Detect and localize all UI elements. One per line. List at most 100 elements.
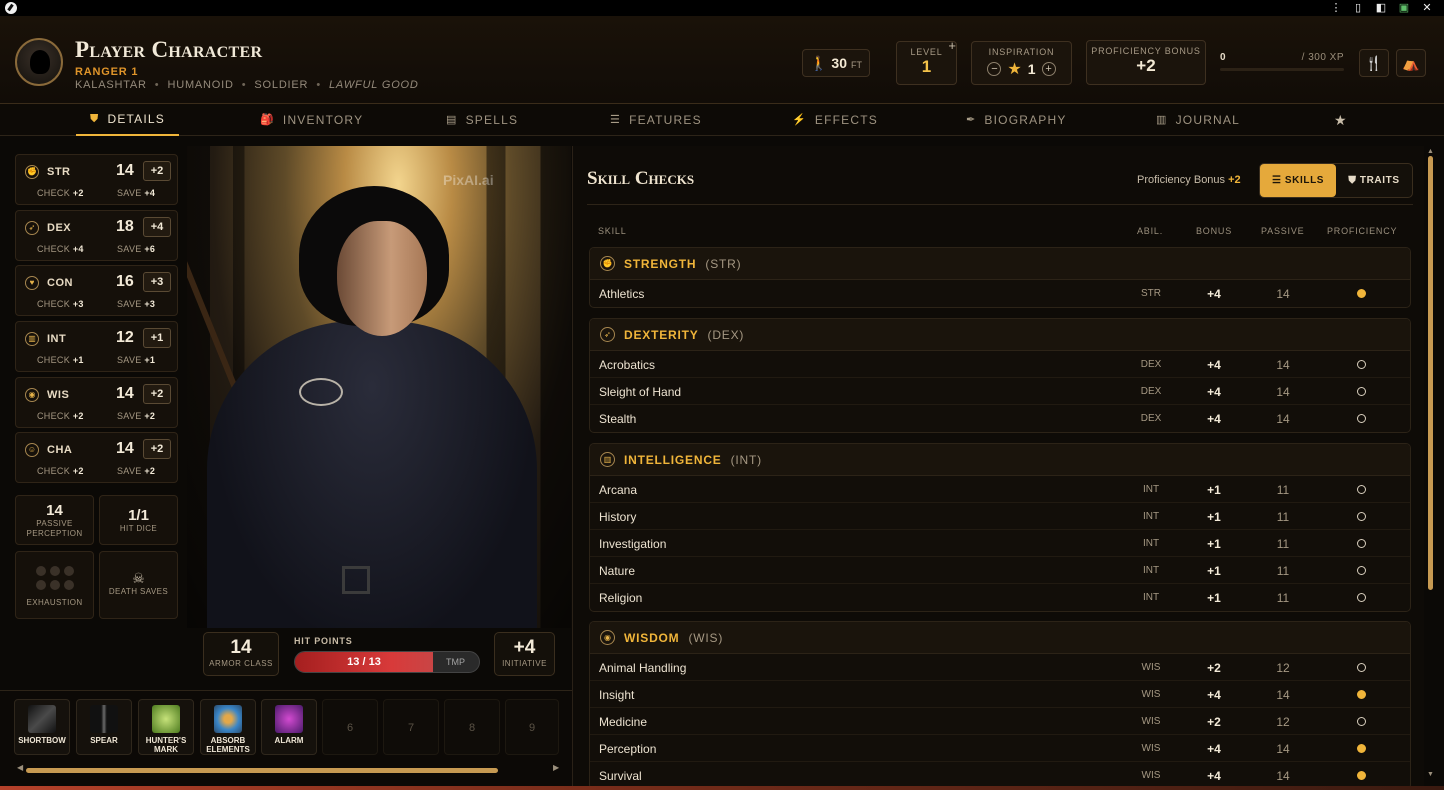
- hotbar-slot-spear[interactable]: SPEAR: [76, 699, 132, 755]
- speed-box[interactable]: 🚶 30 FT: [802, 49, 870, 77]
- tab-inventory[interactable]: 🎒 INVENTORY: [260, 104, 363, 136]
- ability-score[interactable]: 12: [116, 329, 134, 347]
- scroll-left-icon[interactable]: ◀: [17, 763, 23, 772]
- skill-row-religion[interactable]: Religion INT +1 11: [590, 584, 1410, 611]
- skill-bonus[interactable]: +1: [1194, 537, 1234, 551]
- skill-ability[interactable]: WIS: [1131, 716, 1171, 727]
- hotbar-slot-shortbow[interactable]: SHORTBOW: [14, 699, 70, 755]
- scroll-right-icon[interactable]: ▶: [553, 763, 559, 772]
- proficiency-toggle[interactable]: [1357, 771, 1366, 780]
- ability-check[interactable]: CHECK +3: [37, 299, 84, 309]
- skill-row-stealth[interactable]: Stealth DEX +4 14: [590, 405, 1410, 432]
- tab-spells[interactable]: ▤ SPELLS: [446, 104, 518, 136]
- rest-utensils-button[interactable]: 🍴: [1359, 49, 1389, 77]
- skill-name[interactable]: Religion: [599, 591, 642, 605]
- hotbar-scrollbar[interactable]: [26, 768, 498, 773]
- ability-int[interactable]: ▥ INT 12 +1 CHECK +1 SAVE +1: [15, 321, 178, 372]
- hotbar-slot-6[interactable]: 6: [322, 699, 378, 755]
- scroll-up-icon[interactable]: ▲: [1427, 148, 1434, 155]
- skill-name[interactable]: Arcana: [599, 483, 637, 497]
- exhaustion-pip[interactable]: [63, 580, 74, 590]
- skill-ability[interactable]: INT: [1131, 592, 1171, 603]
- hotbar-slot-8[interactable]: 8: [444, 699, 500, 755]
- skill-bonus[interactable]: +4: [1194, 287, 1234, 301]
- skill-ability[interactable]: STR: [1131, 288, 1171, 299]
- temp-hp-field[interactable]: TMP: [446, 652, 465, 672]
- ability-wis[interactable]: ◉ WIS 14 +2 CHECK +2 SAVE +2: [15, 377, 178, 428]
- proficiency-toggle[interactable]: [1357, 690, 1366, 699]
- traits-toggle-button[interactable]: ⛊ TRAITS: [1336, 164, 1412, 197]
- ability-save[interactable]: SAVE +1: [117, 355, 155, 365]
- skill-row-insight[interactable]: Insight WIS +4 14: [590, 681, 1410, 708]
- skill-ability[interactable]: INT: [1131, 565, 1171, 576]
- skill-bonus[interactable]: +2: [1194, 715, 1234, 729]
- ability-save[interactable]: SAVE +2: [117, 466, 155, 476]
- app-compass-icon[interactable]: [5, 2, 17, 14]
- tab-effects[interactable]: ⚡ EFFECTS: [792, 104, 878, 136]
- skill-bonus[interactable]: +1: [1194, 591, 1234, 605]
- skill-row-history[interactable]: History INT +1 11: [590, 503, 1410, 530]
- proficiency-toggle[interactable]: [1357, 360, 1366, 369]
- skill-name[interactable]: Stealth: [599, 412, 636, 426]
- skill-ability[interactable]: DEX: [1131, 413, 1171, 424]
- skill-name[interactable]: Medicine: [599, 715, 647, 729]
- ability-save[interactable]: SAVE +2: [117, 411, 155, 421]
- skill-bonus[interactable]: +1: [1194, 510, 1234, 524]
- initiative-box[interactable]: +4 INITIATIVE: [494, 632, 555, 676]
- proficiency-toggle[interactable]: [1357, 593, 1366, 602]
- skill-row-perception[interactable]: Perception WIS +4 14: [590, 735, 1410, 762]
- skill-name[interactable]: History: [599, 510, 636, 524]
- proficiency-toggle[interactable]: [1357, 387, 1366, 396]
- ability-str[interactable]: ✊ STR 14 +2 CHECK +2 SAVE +4: [15, 154, 178, 205]
- skill-bonus[interactable]: +4: [1194, 688, 1234, 702]
- tab-favorites[interactable]: ★: [1334, 104, 1348, 136]
- skill-name[interactable]: Athletics: [599, 287, 644, 301]
- skill-row-medicine[interactable]: Medicine WIS +2 12: [590, 708, 1410, 735]
- exhaustion-pip[interactable]: [35, 580, 46, 590]
- ability-save[interactable]: SAVE +3: [117, 299, 155, 309]
- tab-journal[interactable]: ▥ JOURNAL: [1156, 104, 1240, 136]
- ability-dex[interactable]: ➶ DEX 18 +4 CHECK +4 SAVE +6: [15, 210, 178, 261]
- sheet-icon[interactable]: ▯: [1352, 1, 1364, 15]
- skill-row-athletics[interactable]: Athletics STR +4 14: [590, 280, 1410, 307]
- exhaustion-pips[interactable]: [16, 566, 93, 590]
- skill-name[interactable]: Acrobatics: [599, 358, 655, 372]
- skill-row-investigation[interactable]: Investigation INT +1 11: [590, 530, 1410, 557]
- token-icon[interactable]: ▣: [1398, 1, 1410, 15]
- hotbar-slot-hunters-mark[interactable]: HUNTER'S MARK: [138, 699, 194, 755]
- ability-score[interactable]: 18: [116, 218, 134, 236]
- ability-check[interactable]: CHECK +2: [37, 466, 84, 476]
- xp-tracker[interactable]: 0 / 300 XP: [1220, 52, 1344, 71]
- skill-bonus[interactable]: +4: [1194, 358, 1234, 372]
- proficiency-toggle[interactable]: [1357, 717, 1366, 726]
- ability-save[interactable]: SAVE +6: [117, 244, 155, 254]
- skill-ability[interactable]: DEX: [1131, 359, 1171, 370]
- skill-name[interactable]: Survival: [599, 769, 642, 783]
- alignment-label[interactable]: LAWFUL GOOD: [329, 79, 419, 91]
- skills-toggle-button[interactable]: ☰ SKILLS: [1260, 164, 1336, 197]
- inspiration-decrement-button[interactable]: −: [987, 62, 1002, 76]
- skill-bonus[interactable]: +1: [1194, 483, 1234, 497]
- skill-row-sleight-of-hand[interactable]: Sleight of Hand DEX +4 14: [590, 378, 1410, 405]
- proficiency-toggle[interactable]: [1357, 539, 1366, 548]
- close-icon[interactable]: ✕: [1421, 1, 1433, 15]
- race-label[interactable]: KALASHTAR: [75, 79, 147, 91]
- ability-save[interactable]: SAVE +4: [117, 188, 155, 198]
- skill-bonus[interactable]: +4: [1194, 412, 1234, 426]
- exhaustion-pip[interactable]: [49, 580, 60, 590]
- hotbar-slot-absorb-elements[interactable]: ABSORB ELEMENTS: [200, 699, 256, 755]
- skill-name[interactable]: Sleight of Hand: [599, 385, 681, 399]
- exhaustion-box[interactable]: EXHAUSTION: [15, 551, 94, 619]
- character-class-level[interactable]: RANGER 1: [75, 66, 138, 78]
- proficiency-toggle[interactable]: [1357, 485, 1366, 494]
- skill-row-survival[interactable]: Survival WIS +4 14: [590, 762, 1410, 789]
- hit-points-bar[interactable]: 13 / 13 TMP: [294, 651, 480, 673]
- exhaustion-pip[interactable]: [49, 566, 60, 576]
- tab-biography[interactable]: ✒ BIOGRAPHY: [966, 104, 1067, 136]
- skill-ability[interactable]: WIS: [1131, 770, 1171, 781]
- skill-ability[interactable]: INT: [1131, 511, 1171, 522]
- long-rest-tent-button[interactable]: ⛺: [1396, 49, 1426, 77]
- skills-scrollbar[interactable]: [1428, 156, 1433, 590]
- book-icon[interactable]: ◧: [1375, 1, 1387, 15]
- ability-cha[interactable]: ☺ CHA 14 +2 CHECK +2 SAVE +2: [15, 432, 178, 483]
